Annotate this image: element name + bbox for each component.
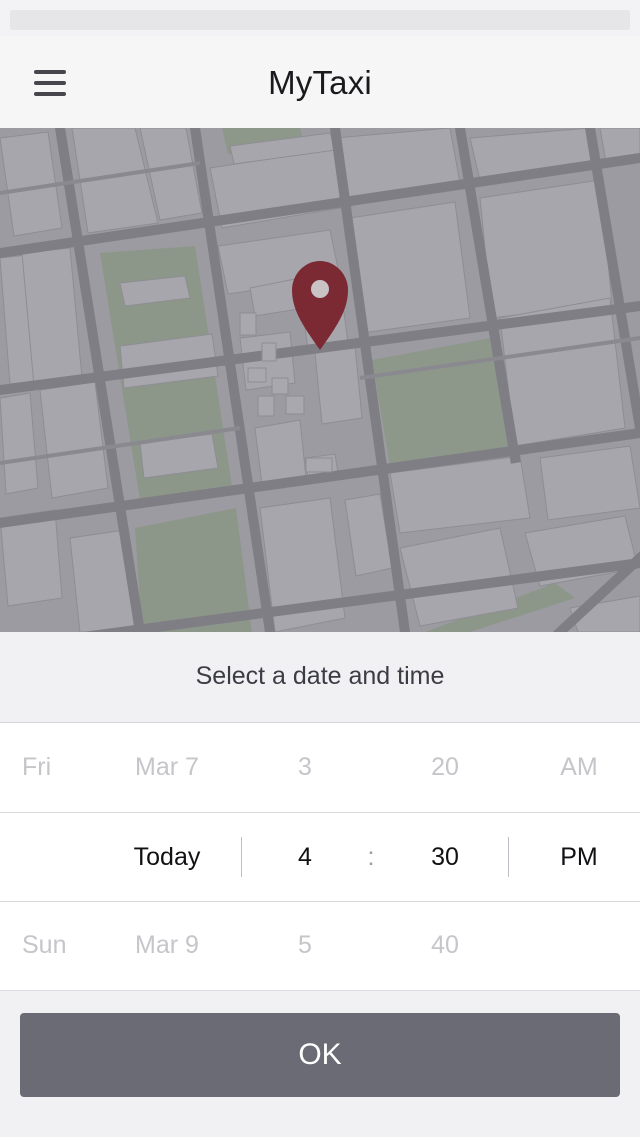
hour-option-above[interactable]: 3 (270, 723, 340, 812)
period-selected[interactable]: PM (540, 813, 618, 902)
date-option-above[interactable]: Mar 7 (112, 723, 222, 812)
date-selected[interactable]: Today (112, 813, 222, 902)
prompt-text: Select a date and time (195, 662, 445, 690)
hour-selected[interactable]: 4 (270, 813, 340, 902)
map-view[interactable] (0, 128, 640, 632)
footer: OK (0, 990, 640, 1137)
minute-selected[interactable]: 30 (410, 813, 480, 902)
map-canvas (0, 128, 640, 632)
status-bar (10, 10, 630, 30)
column-divider (508, 837, 509, 877)
picker-row-selected[interactable]: Today 4 : 30 PM (0, 812, 640, 902)
day-option-below[interactable]: Sun (22, 901, 84, 990)
nav-bar: MyTaxi (0, 36, 640, 128)
period-option-above[interactable]: AM (540, 723, 618, 812)
minute-option-below[interactable]: 40 (410, 901, 480, 990)
picker-row-below[interactable]: Sun Mar 9 5 40 (0, 901, 640, 990)
time-separator: : (367, 843, 375, 871)
minute-option-above[interactable]: 20 (410, 723, 480, 812)
picker-row-above[interactable]: Fri Mar 7 3 20 AM (0, 723, 640, 812)
page-title: MyTaxi (268, 64, 372, 101)
column-divider (241, 837, 242, 877)
date-option-below[interactable]: Mar 9 (112, 901, 222, 990)
date-time-picker[interactable]: Fri Mar 7 3 20 AM Today 4 : 30 PM Sun Ma… (0, 723, 640, 990)
day-option-above[interactable]: Fri (22, 723, 84, 812)
hour-option-below[interactable]: 5 (270, 901, 340, 990)
ok-button[interactable]: OK (20, 1013, 620, 1097)
date-time-prompt: Select a date and time (0, 632, 640, 723)
